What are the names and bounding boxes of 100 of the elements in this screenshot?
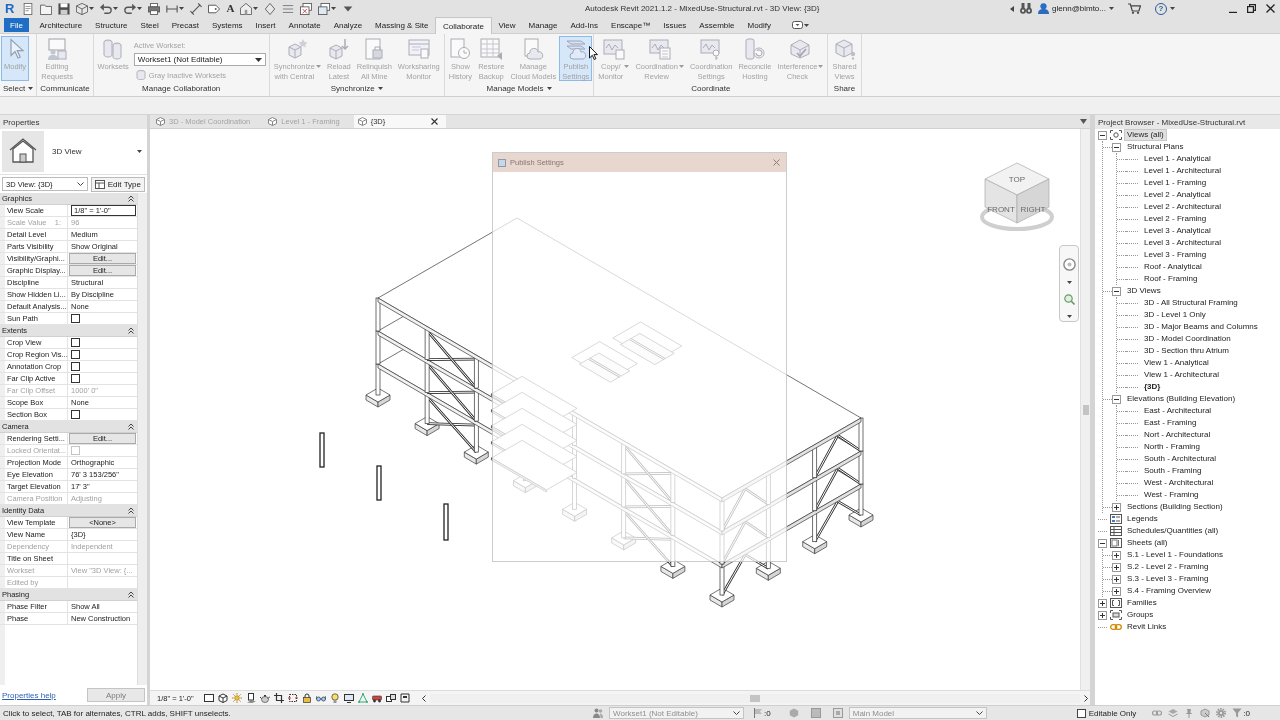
tree-item[interactable]: 3D - All Structural Framing [1141, 297, 1241, 309]
tree-item[interactable]: West - Framing [1141, 489, 1202, 501]
tree-item[interactable]: View 1 - Architectural [1141, 369, 1222, 381]
tree-item[interactable]: Level 1 - Analytical [1141, 153, 1214, 165]
ribbon-tab[interactable]: Issues [656, 17, 693, 33]
tree-item[interactable]: Level 2 - Analytical [1141, 189, 1214, 201]
caret-icon[interactable] [1080, 119, 1087, 124]
checkbox[interactable] [71, 410, 80, 419]
ribbon-tab[interactable]: View [491, 17, 523, 33]
ribbon-tab[interactable]: Assemble [692, 17, 741, 33]
car-icon[interactable] [371, 693, 382, 703]
tree-item[interactable]: View 1 - Analytical [1141, 357, 1212, 369]
steering-wheel-icon[interactable] [1062, 258, 1076, 271]
tree-item[interactable]: Level 1 - Architectural [1141, 165, 1224, 177]
ribbon-tab[interactable]: Precast [165, 17, 206, 33]
tree-item[interactable]: 3D Views [1124, 285, 1164, 297]
tree-item[interactable]: Sections (Building Section) [1124, 501, 1226, 513]
ribbon-tab[interactable]: Insert [249, 17, 283, 33]
tree-item[interactable]: Families [1124, 597, 1160, 609]
printer-icon[interactable] [148, 2, 161, 15]
tree-item[interactable]: South - Architectural [1141, 453, 1220, 465]
crop-frame-icon[interactable] [287, 693, 298, 703]
ribbon-tab[interactable]: Enscape™ [604, 17, 657, 33]
diagonal-dimension-icon[interactable] [190, 2, 203, 15]
checkbox[interactable] [71, 362, 80, 371]
tree-item[interactable]: Schedules/Quantities (all) [1124, 525, 1222, 537]
app-logo[interactable]: R [5, 2, 15, 15]
left-caret-icon[interactable] [1010, 5, 1015, 12]
redo-icon[interactable] [124, 2, 137, 15]
tree-item[interactable]: Level 3 - Framing [1141, 249, 1210, 261]
house-icon[interactable] [240, 2, 253, 15]
frame-icon[interactable] [399, 693, 410, 703]
collapse-icon[interactable] [1112, 142, 1121, 152]
ribbon-tab[interactable]: Add-Ins [564, 17, 605, 33]
collapse-icon[interactable] [1098, 130, 1107, 140]
people-icon[interactable] [593, 708, 604, 718]
vertical-scrollbar[interactable] [1080, 129, 1090, 690]
checkbox[interactable] [71, 338, 80, 347]
tree-item[interactable]: West - Architectural [1141, 477, 1217, 489]
scroll-thumb[interactable] [749, 694, 760, 702]
windows-close-icon[interactable] [300, 2, 313, 15]
user-menu[interactable]: glenn@bimto... [1052, 4, 1106, 13]
ribbon-tab[interactable]: Analyze [327, 17, 369, 33]
rectangle-icon[interactable] [203, 693, 214, 703]
tree-item[interactable]: Elevations (Building Elevation) [1124, 393, 1239, 405]
tree-item[interactable]: Roof - Analytical [1141, 261, 1205, 273]
tree-item[interactable]: 3D - Model Coordination [1141, 333, 1234, 345]
teapot-icon[interactable] [259, 693, 270, 703]
document-icon[interactable] [22, 2, 35, 15]
ribbon-tab[interactable]: Modify [740, 17, 778, 33]
horizontal-scrollbar[interactable] [429, 693, 1080, 703]
ribbon-tab[interactable]: Structure [88, 17, 135, 33]
ribbon-tab[interactable]: Systems [205, 17, 250, 33]
tree-item[interactable]: S.1 - Level 1 - Foundations [1124, 549, 1227, 561]
expand-icon[interactable] [1112, 562, 1121, 572]
tree-item[interactable]: North - Framing [1141, 441, 1203, 453]
undo-icon[interactable] [100, 2, 113, 15]
tree-item[interactable]: East - Framing [1141, 417, 1200, 429]
tag-icon[interactable] [208, 2, 221, 15]
diamond-icon[interactable] [264, 2, 277, 15]
tree-item[interactable]: Level 1 - Framing [1141, 177, 1210, 189]
shadow-icon[interactable] [245, 693, 256, 703]
ribbon-tab[interactable]: Manage [522, 17, 564, 33]
tree-item[interactable]: Groups [1124, 609, 1157, 621]
close-icon[interactable] [431, 118, 439, 125]
tree-item[interactable]: Legends [1124, 513, 1161, 525]
flag-icon[interactable] [753, 708, 764, 718]
thin-lines-icon[interactable] [282, 2, 295, 15]
folder-icon[interactable] [40, 2, 53, 15]
tree-item[interactable]: Level 2 - Architectural [1141, 201, 1224, 213]
tree-item[interactable]: S.3 - Level 3 - Framing [1124, 573, 1212, 585]
panel-toggle-icon[interactable] [791, 21, 803, 29]
collapse-icon[interactable] [1112, 394, 1121, 404]
tree-item[interactable]: 3D - Section thru Atrium [1141, 345, 1232, 357]
collapse-icon[interactable] [1098, 538, 1107, 548]
tree-item[interactable]: {3D} [1141, 381, 1164, 393]
cube-outline-icon[interactable] [217, 693, 228, 703]
expand-icon[interactable] [1112, 550, 1121, 560]
tree-item[interactable]: South - Framing [1141, 465, 1205, 477]
ribbon-tab[interactable]: Massing & Site [368, 17, 435, 33]
scroll-thumb[interactable] [1082, 405, 1089, 415]
screen-icon[interactable] [343, 693, 354, 703]
ribbon-tab[interactable]: Collaborate [434, 17, 492, 34]
view-cube[interactable]: TOP FRONT RIGHT [980, 161, 1054, 231]
tree-item[interactable]: Sheets (all) [1124, 537, 1171, 549]
tree-item[interactable]: S.4 - Framing Overview [1124, 585, 1215, 597]
text-tool-button[interactable]: A [226, 3, 235, 14]
tree-item[interactable]: Structural Plans [1124, 141, 1187, 153]
checkbox[interactable] [71, 350, 80, 359]
tree-item[interactable]: Level 2 - Framing [1141, 213, 1210, 225]
ribbon-tab[interactable]: Architecture [32, 17, 89, 33]
zoom-icon[interactable] [1063, 294, 1075, 305]
file-menu-button[interactable]: File [4, 18, 29, 32]
tree-item[interactable]: Revit Links [1124, 621, 1170, 633]
expand-icon[interactable] [1098, 610, 1107, 620]
restore-icon[interactable] [1247, 4, 1256, 13]
expand-icon[interactable] [1112, 586, 1121, 596]
binoculars-icon[interactable] [1020, 3, 1033, 14]
tree-item[interactable]: 3D - Major Beams and Columns [1141, 321, 1261, 333]
help-link[interactable]: Properties help [2, 690, 56, 700]
